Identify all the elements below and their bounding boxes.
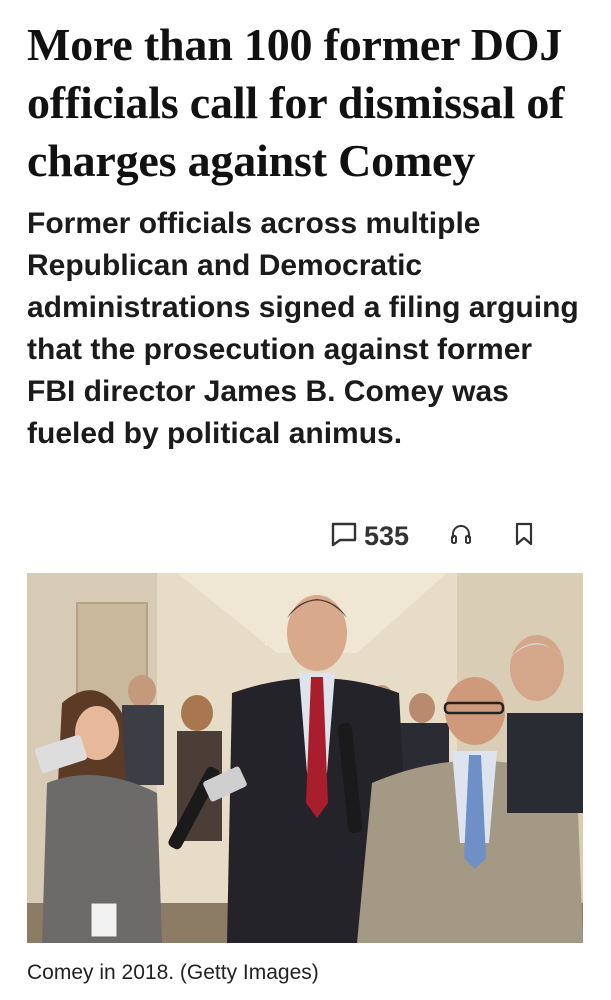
- comments-button[interactable]: 535: [330, 521, 409, 552]
- crowd-head: [128, 675, 156, 707]
- headphones-icon: [449, 522, 473, 551]
- comey-head: [287, 595, 347, 671]
- save-button[interactable]: [513, 522, 535, 551]
- woman-badge: [90, 902, 118, 938]
- bookmark-icon: [513, 522, 535, 551]
- comment-icon: [330, 521, 358, 552]
- article-dek: Former officials across multiple Republi…: [27, 207, 579, 450]
- article-photo: [27, 573, 583, 943]
- article-headline: More than 100 former DOJ officials call …: [27, 19, 565, 186]
- listen-button[interactable]: [449, 522, 473, 551]
- older-man-head: [510, 635, 564, 701]
- crowd-head: [409, 693, 435, 723]
- photo-caption: Comey in 2018. (Getty Images): [27, 961, 319, 984]
- crowd-body: [122, 705, 164, 785]
- article-action-bar: 535: [330, 516, 560, 556]
- man-head: [445, 677, 505, 745]
- comment-count: 535: [364, 520, 410, 551]
- crowd-head: [181, 695, 213, 731]
- older-man-suit: [507, 713, 583, 813]
